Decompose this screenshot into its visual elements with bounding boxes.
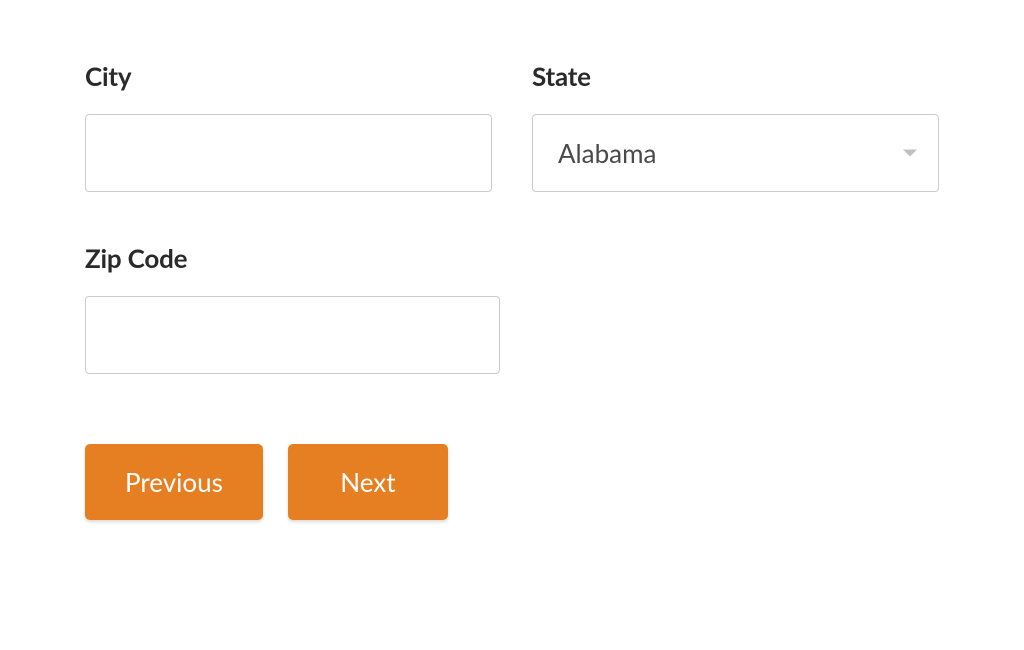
state-select[interactable]: Alabama bbox=[532, 114, 939, 192]
state-selected-value: Alabama bbox=[558, 137, 656, 169]
zip-input[interactable] bbox=[85, 296, 500, 374]
state-group: State Alabama bbox=[532, 60, 939, 192]
state-select-wrapper: Alabama bbox=[532, 114, 939, 192]
zip-label: Zip Code bbox=[85, 242, 500, 274]
previous-button[interactable]: Previous bbox=[85, 444, 263, 520]
state-label: State bbox=[532, 60, 939, 92]
city-label: City bbox=[85, 60, 492, 92]
form-row-1: City State Alabama bbox=[85, 60, 939, 192]
button-row: Previous Next bbox=[85, 444, 939, 520]
form-row-2: Zip Code bbox=[85, 242, 939, 374]
city-input[interactable] bbox=[85, 114, 492, 192]
zip-group: Zip Code bbox=[85, 242, 500, 374]
city-group: City bbox=[85, 60, 492, 192]
next-button[interactable]: Next bbox=[288, 444, 448, 520]
